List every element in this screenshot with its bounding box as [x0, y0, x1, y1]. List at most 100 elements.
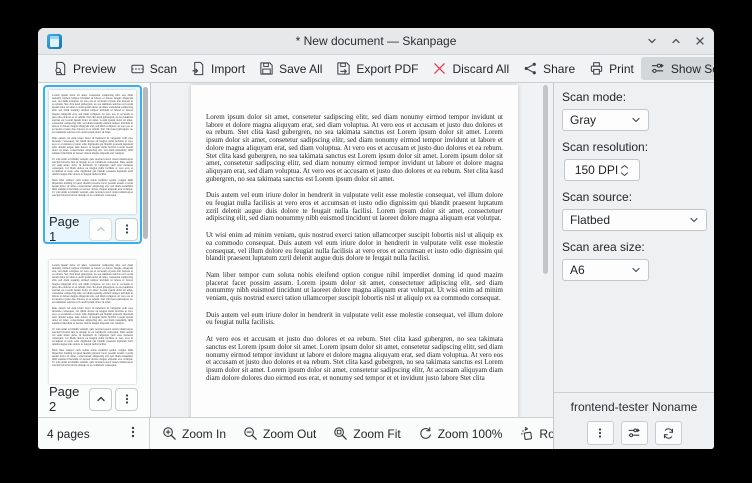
thumbnail-panel: Lorem ipsum dolor sit amet, consetetur s… [38, 83, 151, 418]
page-1-menu-button[interactable] [115, 218, 138, 241]
page-2-menu-button[interactable] [115, 388, 138, 411]
page-1-move-up-button[interactable] [89, 218, 112, 241]
document-paragraph: At vero eos et accusam et justo duo dolo… [206, 336, 503, 382]
zoom-100-button[interactable]: Zoom 100% [418, 426, 503, 441]
main-area: Lorem ipsum dolor sit amet, consetetur s… [38, 83, 553, 449]
import-button[interactable]: Import [184, 58, 252, 79]
skanpage-window: * New document — Skanpage Preview [38, 28, 714, 449]
thumb-text: Ut wisi enim ad minim veniam, quis nostr… [52, 328, 133, 347]
chevron-down-icon [631, 265, 641, 275]
scan-source-value: Flatbed [570, 213, 610, 227]
zoom-in-icon [162, 426, 177, 441]
document-paragraph: Ut wisi enim ad minim veniam, quis nostr… [206, 232, 503, 263]
scan-resolution-spinbox[interactable]: 150 DPI [564, 159, 640, 181]
scan-area-value: A6 [570, 263, 585, 277]
page-2-thumbnail-item[interactable]: Lorem ipsum dolor sit amet, consetetur s… [43, 255, 142, 414]
print-button[interactable]: Print [582, 58, 641, 79]
title-bar[interactable]: * New document — Skanpage [38, 28, 714, 55]
zoom-fit-button[interactable]: Zoom Fit [333, 426, 400, 441]
scan-area-label: Scan area size: [562, 240, 706, 254]
save-icon [259, 61, 274, 76]
thumb-text: Duis autem vel eum iriure dolor in hendr… [52, 137, 133, 156]
export-pdf-button[interactable]: Export PDF [329, 58, 425, 79]
page-1-thumbnail-item[interactable]: Lorem ipsum dolor sit amet, consetetur s… [43, 85, 142, 244]
sliders-icon [650, 61, 665, 76]
thumb-text: Duis autem vel eum iriure dolor in hendr… [52, 307, 133, 326]
share-label: Share [543, 62, 575, 76]
save-all-button[interactable]: Save All [252, 58, 329, 79]
main-toolbar: Preview Scan Import Save All Export PDF … [38, 55, 714, 83]
document-paragraph: Duis autem vel eum iriure dolor in hendr… [206, 192, 503, 223]
print-icon [589, 61, 604, 76]
device-options-button[interactable] [621, 421, 648, 445]
zoom-out-label: Zoom Out [263, 427, 316, 441]
discard-all-button[interactable]: Discard All [425, 58, 516, 79]
spin-up-icon[interactable] [620, 164, 629, 170]
chevron-up-icon [95, 393, 107, 405]
export-pdf-label: Export PDF [356, 62, 418, 76]
import-label: Import [211, 62, 245, 76]
page-2-thumbnail-image: Lorem ipsum dolor sit amet, consetetur s… [49, 260, 136, 384]
close-button[interactable] [692, 33, 708, 49]
scan-resolution-value: 150 DPI [575, 163, 618, 177]
reload-device-button[interactable] [655, 421, 682, 445]
desktop-background: * New document — Skanpage Preview [0, 0, 752, 483]
zoom-original-icon [418, 426, 433, 441]
skanpage-app-icon [47, 34, 62, 49]
discard-all-label: Discard All [452, 62, 509, 76]
thumb-text: Nam liber tempor cum soluta nobis eleife… [52, 349, 133, 368]
window-title: * New document — Skanpage [38, 34, 714, 48]
save-all-label: Save All [279, 62, 322, 76]
scan-area-dropdown[interactable]: A6 [562, 259, 649, 281]
scan-mode-label: Scan mode: [562, 90, 706, 104]
scan-source-label: Scan source: [562, 190, 706, 204]
share-button[interactable]: Share [516, 58, 582, 79]
page-2-move-up-button[interactable] [89, 388, 112, 411]
scan-label: Scan [150, 62, 177, 76]
scan-button[interactable]: Scan [123, 58, 184, 79]
scan-resolution-label: Scan resolution: [562, 140, 706, 154]
share-icon [523, 61, 538, 76]
zoom-in-label: Zoom In [182, 427, 226, 441]
document-paragraph: Nam liber tempor cum soluta nobis eleife… [206, 272, 503, 303]
pages-count: 4 pages [47, 427, 90, 441]
maximize-button[interactable] [668, 33, 684, 49]
zoom-out-icon [243, 426, 258, 441]
chevron-down-icon [689, 215, 699, 225]
preview-button[interactable]: Preview [46, 58, 123, 79]
pages-menu-button[interactable] [123, 423, 143, 444]
kebab-icon [121, 223, 133, 235]
refresh-icon [662, 427, 675, 440]
thumb-text: Lorem ipsum dolor sit amet, consetetur s… [52, 94, 133, 134]
show-scanner-options-toggle[interactable]: Show Scanner Options [641, 57, 714, 80]
scan-mode-dropdown[interactable]: Gray [562, 109, 649, 131]
scanner-device-section: frontend-tester Noname [554, 392, 714, 449]
preview-label: Preview [73, 62, 116, 76]
thumb-text: Nam liber tempor cum soluta nobis eleife… [52, 179, 133, 198]
import-icon [191, 61, 206, 76]
scanner-options-panel: Scan mode: Gray Scan resolution: 150 DPI… [553, 83, 714, 449]
print-label: Print [609, 62, 634, 76]
minimize-button[interactable] [644, 33, 660, 49]
zoom-100-label: Zoom 100% [438, 427, 503, 441]
zoom-out-button[interactable]: Zoom Out [243, 426, 316, 441]
document-scrollbar[interactable] [543, 85, 548, 274]
page-1-thumbnail-image: Lorem ipsum dolor sit amet, consetetur s… [49, 90, 136, 214]
thumb-text: Lorem ipsum dolor sit amet, consetetur s… [52, 264, 133, 304]
zoom-in-button[interactable]: Zoom In [162, 426, 226, 441]
thumbnail-scrollbar[interactable] [143, 87, 148, 239]
device-menu-button[interactable] [587, 421, 614, 445]
preview-icon [53, 61, 68, 76]
discard-icon [432, 61, 447, 76]
scanner-device-name: frontend-tester Noname [554, 400, 714, 414]
show-scanner-options-label: Show Scanner Options [671, 62, 714, 76]
document-view[interactable]: Lorem ipsum dolor sit amet, consetetur s… [151, 83, 553, 418]
scan-source-dropdown[interactable]: Flatbed [562, 209, 707, 231]
kebab-icon [121, 393, 133, 405]
spin-down-icon[interactable] [620, 171, 629, 177]
document-paragraph: Lorem ipsum dolor sit amet, consetetur s… [206, 114, 503, 183]
document-page: Lorem ipsum dolor sit amet, consetetur s… [191, 85, 518, 418]
page-2-label: Page 2 [49, 384, 86, 414]
document-paragraph: Duis autem vel eum iriure dolor in hendr… [206, 312, 503, 327]
export-pdf-icon [336, 61, 351, 76]
